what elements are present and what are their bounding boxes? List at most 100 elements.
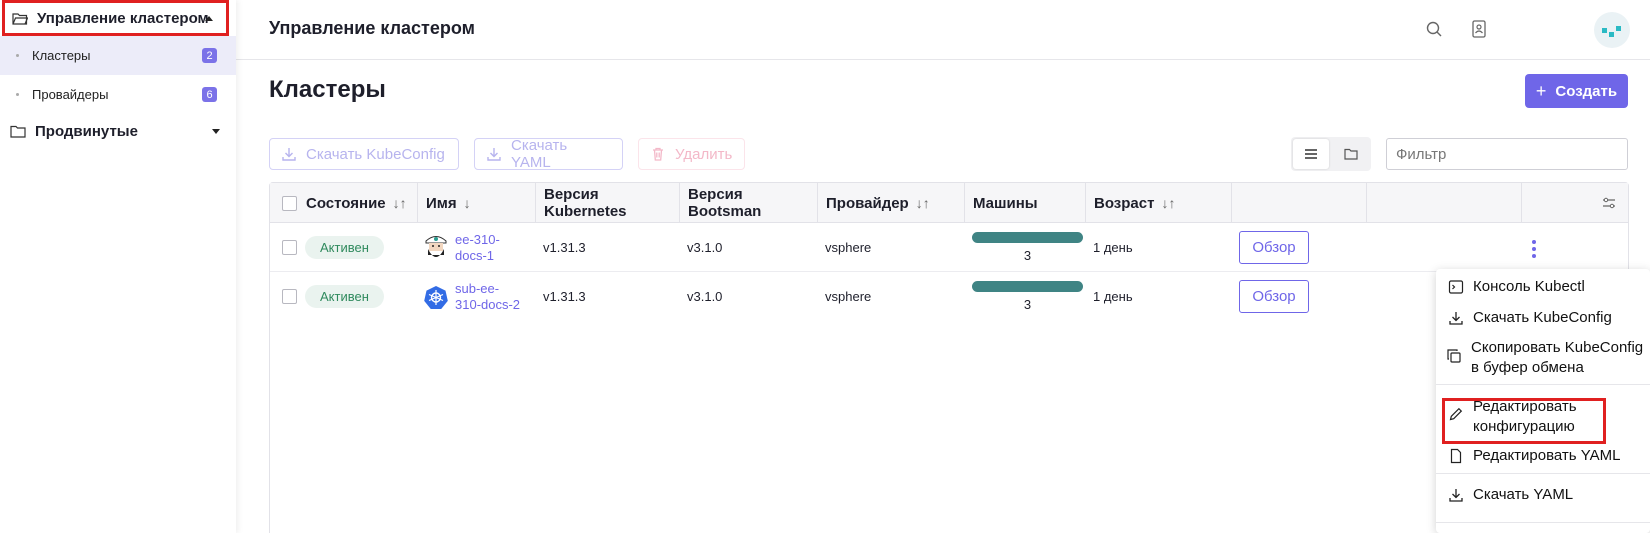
row-checkbox[interactable] (282, 240, 297, 255)
status-badge: Активен (305, 236, 384, 259)
menu-item-label: Скачать YAML (1473, 486, 1574, 503)
menu-item-download-yaml[interactable]: Скачать YAML (1436, 485, 1650, 505)
bootsman-version-cell: v3.1.0 (687, 240, 723, 255)
sidebar-group-advanced[interactable]: Продвинутые (0, 112, 236, 150)
list-view-button[interactable] (1293, 139, 1329, 169)
status-cell: Активен (305, 272, 384, 321)
count-badge: 2 (202, 48, 217, 63)
address-book-icon[interactable] (1468, 18, 1490, 40)
status-badge: Активен (305, 285, 384, 308)
list-icon (1305, 149, 1317, 159)
machines-cell: 3 (972, 223, 1083, 272)
machines-count: 3 (1023, 297, 1032, 312)
captain-logo-icon (425, 235, 447, 257)
age-cell: 1 день (1093, 289, 1133, 304)
delete-button[interactable]: Удалить (638, 138, 745, 170)
trash-icon (653, 147, 663, 161)
sidebar-group-label: Управление кластером (37, 9, 209, 27)
column-status[interactable]: Состояние ↓↑ (270, 183, 418, 223)
overview-button[interactable]: Обзор (1239, 280, 1309, 313)
download-icon (1449, 489, 1463, 502)
bullet-icon (16, 93, 19, 96)
column-kubernetes-version[interactable]: Версия Kubernetes (536, 183, 680, 223)
sort-icon: ↓↑ (915, 195, 930, 211)
download-yaml-button[interactable]: Скачать YAML (474, 137, 623, 171)
filter-input[interactable] (1386, 138, 1628, 170)
overview-button[interactable]: Обзор (1239, 231, 1309, 264)
delete-label: Удалить (675, 145, 733, 163)
menu-divider (1436, 473, 1650, 474)
table-header: Состояние ↓↑ Имя ↓ Версия Kubernetes Вер… (270, 183, 1628, 223)
sidebar: Управление кластером Кластеры 2 Провайде… (0, 0, 236, 533)
page-title: Кластеры (269, 76, 386, 103)
column-bootsman-version[interactable]: Версия Bootsman (680, 183, 818, 223)
column-settings-icon (1603, 197, 1615, 209)
action-cell: Обзор (1239, 223, 1309, 272)
sidebar-item-providers[interactable]: Провайдеры 6 (0, 75, 236, 114)
avatar-logo-icon (1602, 26, 1621, 37)
copy-icon (1447, 349, 1461, 363)
sidebar-item-clusters[interactable]: Кластеры 2 (0, 36, 236, 75)
kubernetes-version-cell: v1.31.3 (543, 289, 586, 304)
column-provider[interactable]: Провайдер ↓↑ (818, 183, 965, 223)
app-title: Управление кластером (269, 18, 475, 38)
kubernetes-icon (424, 285, 448, 309)
cluster-name-link[interactable]: sub-ee- 310-docs-2 (455, 281, 535, 313)
avatar[interactable] (1594, 12, 1630, 48)
column-label: Версия Bootsman (688, 186, 762, 220)
download-kubeconfig-label: Скачать KubeConfig (306, 145, 445, 163)
column-extra (1367, 183, 1522, 223)
menu-item-kubectl-console[interactable]: Консоль Kubectl (1436, 277, 1650, 297)
column-machines[interactable]: Машины (965, 183, 1086, 223)
provider-cell: vsphere (825, 240, 872, 255)
download-icon (487, 148, 501, 161)
folder-view-button[interactable] (1333, 139, 1369, 169)
name-cell: ee-310- docs-1 (424, 223, 525, 272)
machines-count: 3 (1023, 248, 1032, 263)
row-checkbox[interactable] (282, 289, 297, 304)
select-all-checkbox[interactable] (282, 195, 297, 211)
create-button[interactable]: + Создать (1525, 74, 1628, 108)
provider-cell: vsphere (825, 289, 872, 304)
search-icon[interactable] (1423, 18, 1445, 40)
column-name[interactable]: Имя ↓ (418, 183, 536, 223)
sidebar-item-label: Провайдеры (32, 87, 109, 102)
bootsman-version-cell: v3.1.0 (687, 289, 723, 304)
table-row[interactable]: Активен ee-310- docs-1 v1.31.3 v3.1.0 vsp… (270, 223, 1628, 272)
column-label: Возраст (1094, 194, 1155, 212)
highlight-box (1442, 398, 1606, 444)
cluster-name-link[interactable]: ee-310- docs-1 (455, 232, 525, 264)
sort-icon: ↓↑ (1161, 195, 1176, 211)
menu-item-edit-yaml[interactable]: Редактировать YAML (1436, 446, 1650, 466)
sidebar-group-label: Продвинутые (35, 122, 138, 140)
menu-divider (1436, 522, 1650, 523)
more-actions-icon[interactable] (1532, 240, 1536, 261)
menu-item-download-kubeconfig[interactable]: Скачать KubeConfig (1436, 308, 1650, 328)
top-bar: Управление кластером (236, 0, 1650, 60)
cluster-name-line: ee-310- (455, 231, 500, 247)
sidebar-group-cluster-management[interactable]: Управление кластером (2, 0, 229, 36)
menu-item-copy-kubeconfig[interactable]: Скопировать KubeConfig в буфер обмена (1436, 338, 1650, 378)
column-settings[interactable] (1522, 183, 1628, 223)
folder-icon (10, 125, 26, 138)
column-label: Провайдер (826, 194, 909, 212)
folder-icon (1344, 148, 1358, 160)
clusters-table: Состояние ↓↑ Имя ↓ Версия Kubernetes Вер… (269, 182, 1629, 533)
count-badge: 6 (202, 87, 217, 102)
caret-down-icon (212, 128, 220, 134)
menu-item-label-line: в буфер обмена (1471, 359, 1584, 376)
menu-item-label: Скачать KubeConfig (1473, 309, 1612, 326)
cluster-name-line: 310-docs-2 (455, 296, 521, 312)
download-kubeconfig-button[interactable]: Скачать KubeConfig (269, 138, 459, 170)
menu-divider (1436, 384, 1650, 385)
table-row[interactable]: Активен sub-ee- 310-docs-2 v1.31.3 v3.1.0… (270, 272, 1628, 321)
file-icon (1450, 448, 1462, 464)
column-label: Версия Kubernetes (544, 186, 627, 220)
download-yaml-label: Скачать YAML (510, 137, 568, 171)
caret-up-icon (205, 15, 213, 21)
column-age[interactable]: Возраст ↓↑ (1086, 183, 1232, 223)
column-label: Состояние (306, 194, 386, 212)
sort-icon: ↓↑ (392, 195, 407, 211)
status-cell: Активен (305, 223, 384, 272)
cluster-name-line: docs-1 (455, 247, 495, 263)
